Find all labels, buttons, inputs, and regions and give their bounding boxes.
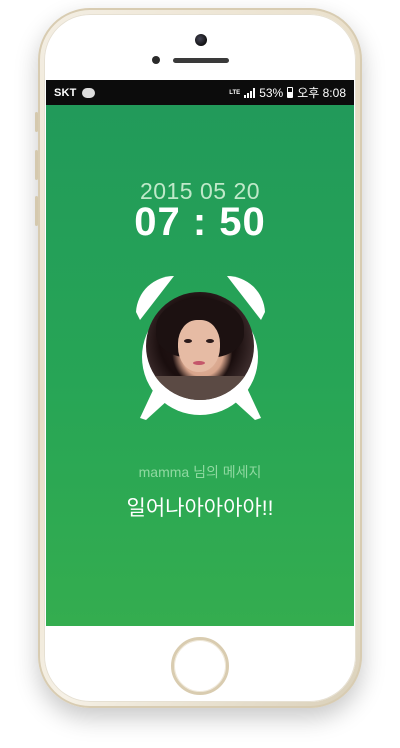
status-time: 오후 8:08	[297, 86, 346, 100]
kakaotalk-icon	[81, 87, 95, 98]
sender-photo	[146, 292, 254, 400]
volume-up-button	[35, 150, 38, 180]
mute-switch	[35, 112, 38, 132]
battery-icon	[287, 87, 294, 98]
status-bar: SKT LTE 53% 오후 8:08	[46, 80, 354, 105]
volume-down-button	[35, 196, 38, 226]
signal-icon	[244, 87, 256, 98]
alarm-message: 일어나아아아아!!	[126, 497, 274, 520]
home-button[interactable]	[171, 637, 229, 695]
battery-percent: 53%	[259, 85, 284, 100]
sender-line: mamma 님의 메세지	[138, 464, 262, 480]
earpiece-speaker	[173, 58, 229, 63]
proximity-sensor	[152, 56, 160, 64]
carrier-label: SKT	[54, 86, 77, 99]
phone-screen: SKT LTE 53% 오후 8:08 2015 05 20 07 : 50 m…	[46, 80, 354, 626]
alarm-time: 07 : 50	[134, 200, 266, 244]
front-camera-icon	[195, 34, 207, 46]
lte-icon: LTE	[229, 89, 241, 96]
